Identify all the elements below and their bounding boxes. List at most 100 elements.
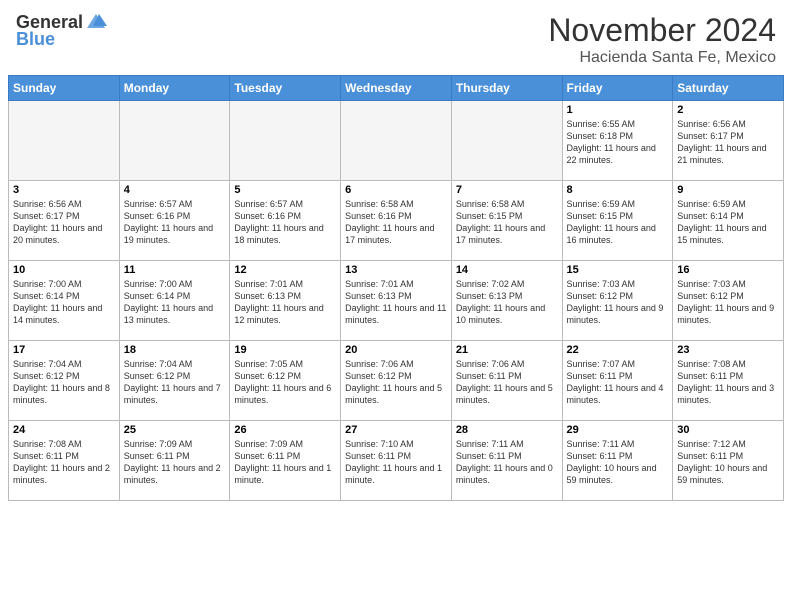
day-info: Sunrise: 7:03 AM Sunset: 6:12 PM Dayligh… xyxy=(677,278,779,327)
day-info: Sunrise: 7:11 AM Sunset: 6:11 PM Dayligh… xyxy=(456,438,558,487)
day-number: 25 xyxy=(124,424,226,436)
table-row: 27Sunrise: 7:10 AM Sunset: 6:11 PM Dayli… xyxy=(341,421,452,501)
day-number: 19 xyxy=(234,344,336,356)
table-row: 25 Sunrise: 7:09 AM Sunset: 6:11 PM Dayli… xyxy=(119,421,230,501)
day-info: Sunrise: 6:58 AM Sunset: 6:15 PM Dayligh… xyxy=(456,198,558,247)
table-row: 15 Sunrise: 7:03 AM Sunset: 6:12 PM Dayli… xyxy=(562,261,673,341)
calendar-week-row: 1Sunrise: 6:55 AM Sunset: 6:18 PM Daylig… xyxy=(9,101,784,181)
table-row: 6 Sunrise: 6:58 AM Sunset: 6:16 PM Daylig… xyxy=(341,181,452,261)
day-number: 15 xyxy=(567,264,669,276)
day-number: 5 xyxy=(234,184,336,196)
day-number: 22 xyxy=(567,344,669,356)
page-container: General Blue November 2024 Hacienda Sant… xyxy=(0,0,792,509)
day-info: Sunrise: 6:59 AM Sunset: 6:15 PM Dayligh… xyxy=(567,198,669,247)
day-info: Sunrise: 7:00 AM Sunset: 6:14 PM Dayligh… xyxy=(124,278,226,327)
table-row xyxy=(341,101,452,181)
table-row: 3 Sunrise: 6:56 AM Sunset: 6:17 PM Daylig… xyxy=(9,181,120,261)
day-info: Sunrise: 6:55 AM Sunset: 6:18 PM Dayligh… xyxy=(567,118,669,167)
day-info: Sunrise: 7:00 AM Sunset: 6:14 PM Dayligh… xyxy=(13,278,115,327)
day-number: 16 xyxy=(677,264,779,276)
table-row: 2 Sunrise: 6:56 AM Sunset: 6:17 PM Daylig… xyxy=(673,101,784,181)
table-row: 5 Sunrise: 6:57 AM Sunset: 6:16 PM Daylig… xyxy=(230,181,341,261)
table-row: 8 Sunrise: 6:59 AM Sunset: 6:15 PM Daylig… xyxy=(562,181,673,261)
day-info: Sunrise: 6:57 AM Sunset: 6:16 PM Dayligh… xyxy=(234,198,336,247)
day-number: 14 xyxy=(456,264,558,276)
day-number: 13 xyxy=(345,264,447,276)
calendar-week-row: 24Sunrise: 7:08 AM Sunset: 6:11 PM Dayli… xyxy=(9,421,784,501)
table-row: 16 Sunrise: 7:03 AM Sunset: 6:12 PM Dayli… xyxy=(673,261,784,341)
day-info: Sunrise: 7:02 AM Sunset: 6:13 PM Dayligh… xyxy=(456,278,558,327)
day-info: Sunrise: 7:08 AM Sunset: 6:11 PM Dayligh… xyxy=(677,358,779,407)
title-block: November 2024 Hacienda Santa Fe, Mexico xyxy=(548,12,776,67)
calendar-day-header: Saturday xyxy=(673,76,784,101)
day-number: 21 xyxy=(456,344,558,356)
table-row: 14 Sunrise: 7:02 AM Sunset: 6:13 PM Dayli… xyxy=(451,261,562,341)
day-number: 10 xyxy=(13,264,115,276)
day-number: 3 xyxy=(13,184,115,196)
table-row: 24Sunrise: 7:08 AM Sunset: 6:11 PM Dayli… xyxy=(9,421,120,501)
calendar-week-row: 3 Sunrise: 6:56 AM Sunset: 6:17 PM Daylig… xyxy=(9,181,784,261)
day-number: 7 xyxy=(456,184,558,196)
table-row: 30 Sunrise: 7:12 AM Sunset: 6:11 PM Dayli… xyxy=(673,421,784,501)
day-number: 20 xyxy=(345,344,447,356)
day-number: 9 xyxy=(677,184,779,196)
calendar-header-row: SundayMondayTuesdayWednesdayThursdayFrid… xyxy=(9,76,784,101)
table-row: 18 Sunrise: 7:04 AM Sunset: 6:12 PM Dayli… xyxy=(119,341,230,421)
table-row: 29 Sunrise: 7:11 AM Sunset: 6:11 PM Dayli… xyxy=(562,421,673,501)
day-info: Sunrise: 6:58 AM Sunset: 6:16 PM Dayligh… xyxy=(345,198,447,247)
table-row: 19 Sunrise: 7:05 AM Sunset: 6:12 PM Dayli… xyxy=(230,341,341,421)
day-number: 12 xyxy=(234,264,336,276)
table-row: 1Sunrise: 6:55 AM Sunset: 6:18 PM Daylig… xyxy=(562,101,673,181)
day-number: 17 xyxy=(13,344,115,356)
day-info: Sunrise: 7:11 AM Sunset: 6:11 PM Dayligh… xyxy=(567,438,669,487)
logo: General Blue xyxy=(16,12,107,50)
table-row: 7 Sunrise: 6:58 AM Sunset: 6:15 PM Daylig… xyxy=(451,181,562,261)
table-row: 26Sunrise: 7:09 AM Sunset: 6:11 PM Dayli… xyxy=(230,421,341,501)
day-info: Sunrise: 6:59 AM Sunset: 6:14 PM Dayligh… xyxy=(677,198,779,247)
day-number: 30 xyxy=(677,424,779,436)
table-row xyxy=(451,101,562,181)
table-row: 9 Sunrise: 6:59 AM Sunset: 6:14 PM Daylig… xyxy=(673,181,784,261)
table-row: 28 Sunrise: 7:11 AM Sunset: 6:11 PM Dayli… xyxy=(451,421,562,501)
day-info: Sunrise: 7:12 AM Sunset: 6:11 PM Dayligh… xyxy=(677,438,779,487)
month-year-title: November 2024 xyxy=(548,12,776,49)
calendar-day-header: Tuesday xyxy=(230,76,341,101)
day-number: 6 xyxy=(345,184,447,196)
day-info: Sunrise: 7:09 AM Sunset: 6:11 PM Dayligh… xyxy=(124,438,226,487)
calendar-table: SundayMondayTuesdayWednesdayThursdayFrid… xyxy=(8,75,784,501)
day-number: 8 xyxy=(567,184,669,196)
day-info: Sunrise: 7:05 AM Sunset: 6:12 PM Dayligh… xyxy=(234,358,336,407)
table-row xyxy=(230,101,341,181)
day-number: 29 xyxy=(567,424,669,436)
day-number: 28 xyxy=(456,424,558,436)
header: General Blue November 2024 Hacienda Sant… xyxy=(0,0,792,75)
day-number: 26 xyxy=(234,424,336,436)
day-number: 4 xyxy=(124,184,226,196)
day-info: Sunrise: 7:04 AM Sunset: 6:12 PM Dayligh… xyxy=(13,358,115,407)
calendar-day-header: Sunday xyxy=(9,76,120,101)
calendar-day-header: Monday xyxy=(119,76,230,101)
day-info: Sunrise: 7:01 AM Sunset: 6:13 PM Dayligh… xyxy=(234,278,336,327)
day-info: Sunrise: 6:57 AM Sunset: 6:16 PM Dayligh… xyxy=(124,198,226,247)
table-row: 17 Sunrise: 7:04 AM Sunset: 6:12 PM Dayli… xyxy=(9,341,120,421)
table-row: 11 Sunrise: 7:00 AM Sunset: 6:14 PM Dayli… xyxy=(119,261,230,341)
table-row: 21 Sunrise: 7:06 AM Sunset: 6:11 PM Dayli… xyxy=(451,341,562,421)
calendar-week-row: 17 Sunrise: 7:04 AM Sunset: 6:12 PM Dayli… xyxy=(9,341,784,421)
day-number: 11 xyxy=(124,264,226,276)
day-info: Sunrise: 7:06 AM Sunset: 6:11 PM Dayligh… xyxy=(456,358,558,407)
calendar-day-header: Friday xyxy=(562,76,673,101)
table-row: 23 Sunrise: 7:08 AM Sunset: 6:11 PM Dayli… xyxy=(673,341,784,421)
table-row: 12 Sunrise: 7:01 AM Sunset: 6:13 PM Dayli… xyxy=(230,261,341,341)
day-info: Sunrise: 6:56 AM Sunset: 6:17 PM Dayligh… xyxy=(677,118,779,167)
table-row: 20Sunrise: 7:06 AM Sunset: 6:12 PM Dayli… xyxy=(341,341,452,421)
table-row xyxy=(9,101,120,181)
day-number: 23 xyxy=(677,344,779,356)
day-info: Sunrise: 7:04 AM Sunset: 6:12 PM Dayligh… xyxy=(124,358,226,407)
location-subtitle: Hacienda Santa Fe, Mexico xyxy=(548,49,776,67)
day-number: 2 xyxy=(677,104,779,116)
day-number: 18 xyxy=(124,344,226,356)
table-row: 13Sunrise: 7:01 AM Sunset: 6:13 PM Dayli… xyxy=(341,261,452,341)
calendar-day-header: Thursday xyxy=(451,76,562,101)
day-info: Sunrise: 7:03 AM Sunset: 6:12 PM Dayligh… xyxy=(567,278,669,327)
day-info: Sunrise: 6:56 AM Sunset: 6:17 PM Dayligh… xyxy=(13,198,115,247)
